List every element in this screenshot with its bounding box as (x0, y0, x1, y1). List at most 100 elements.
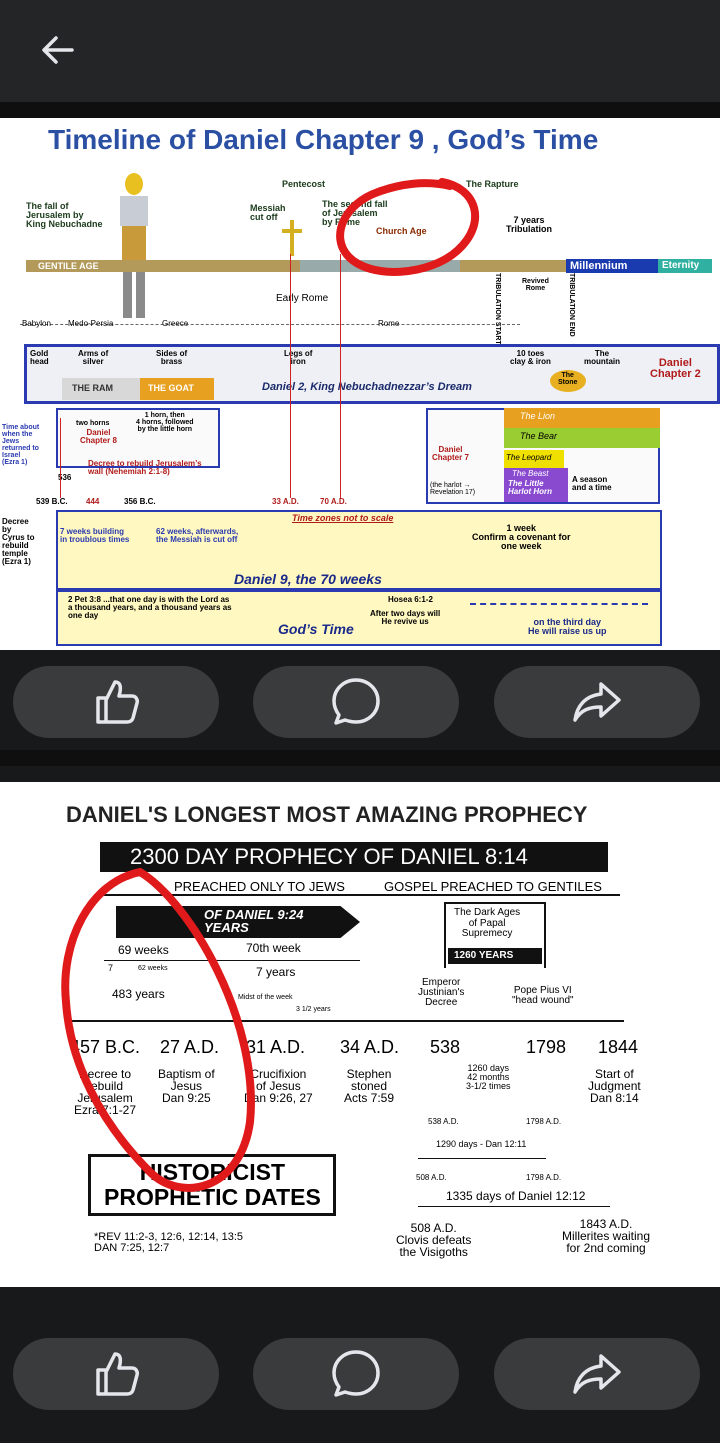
label-33ad: 33 A.D. (272, 497, 299, 506)
line-1335 (418, 1206, 610, 1207)
ad1798: 1798 A.D. (526, 1117, 562, 1126)
date-1798: 1798 (526, 1037, 567, 1057)
years-1260-text: 1260 YEARS (454, 950, 514, 961)
judgment-text: Start of Judgment Dan 8:14 (588, 1067, 641, 1105)
pope-text: Pope Pius VI "head wound" (512, 985, 574, 1006)
label-millennium: Millennium (570, 260, 628, 272)
label-trib-end: TRIBULATION END (568, 273, 575, 337)
clovis-text: 508 A.D. Clovis defeats the Visigoths (396, 1221, 472, 1259)
label-revived-rome: Revived Rome (522, 278, 549, 292)
post1-action-bar (0, 650, 720, 750)
label-70ad: 70 A.D. (320, 497, 347, 506)
label-daniel-ch8: Daniel Chapter 8 (80, 428, 117, 445)
label-messiah-cut: Messiah cut off (250, 203, 286, 222)
label-third-day: on the third day He will raise us up (528, 617, 607, 636)
like-button[interactable] (13, 1338, 219, 1410)
days-1335: 1335 days of Daniel 12:12 (446, 1189, 586, 1203)
back-arrow-icon[interactable] (36, 28, 80, 72)
share-icon (573, 682, 621, 722)
label-seventy-weeks: Daniel 9, the 70 weeks (234, 571, 382, 587)
prophecy-title: DANIEL'S LONGEST MOST AMAZING PROPHECY (66, 802, 588, 827)
label-pet: 2 Pet 3:8 ...that one day is with the Lo… (68, 595, 232, 620)
label-eternity: Eternity (662, 260, 700, 271)
label-toes: 10 toes clay & iron (510, 349, 551, 366)
like-button[interactable] (13, 666, 219, 738)
days-1260: 1260 days 42 months 3-1/2 times (466, 1063, 511, 1091)
red-circle-annotation (336, 178, 480, 276)
gospel-gentiles: GOSPEL PREACHED TO GENTILES (384, 879, 602, 894)
label-daniel-ch2: Daniel Chapter 2 (650, 357, 701, 380)
like-icon (96, 680, 139, 724)
top-app-bar (0, 0, 720, 102)
label-leopard: The Leopard (506, 453, 552, 462)
label-time-zones: Time zones not to scale (292, 513, 394, 523)
label-seven-years: 7 years Tribulation (506, 215, 552, 234)
red-line-33 (290, 254, 291, 498)
date-538: 538 (430, 1037, 461, 1057)
half-years: 3 1/2 years (296, 1006, 331, 1013)
dark-ages-text: The Dark Ages of Papal Supremecy (454, 907, 521, 939)
label-gold-head: Gold head (30, 349, 49, 366)
label-fall-jerusalem: The fall of Jerusalem by King Nebuchadne (26, 201, 103, 229)
label-rome: Rome (378, 319, 400, 328)
label-babylon: Babylon (22, 319, 51, 328)
post2-action-bar (0, 1322, 720, 1422)
date-34ad: 34 A.D. (340, 1037, 400, 1057)
label-mountain: The mountain (584, 349, 620, 366)
label-daniel-ch7: Daniel Chapter 7 (432, 445, 469, 462)
red-line-536 (60, 418, 61, 498)
dashed-arrow-line (470, 603, 648, 605)
label-two-horns: two horns (76, 420, 110, 427)
label-sides-brass: Sides of brass (156, 349, 188, 366)
share-button[interactable] (494, 666, 700, 738)
label-harlot: (the harlot → Revelation 17) (430, 482, 476, 496)
label-444: 444 (86, 497, 100, 506)
label-lion: The Lion (520, 411, 556, 421)
post-gap (0, 766, 720, 782)
label-early-rome: Early Rome (276, 293, 329, 304)
ad538: 538 A.D. (428, 1117, 459, 1126)
label-gentile-age: GENTILE AGE (38, 261, 99, 271)
comment-button[interactable] (253, 1338, 459, 1410)
ad1798-b: 1798 A.D. (526, 1173, 562, 1182)
label-stone: The Stone (558, 372, 578, 386)
label-539: 539 B.C. (36, 497, 68, 506)
share-button[interactable] (494, 1338, 700, 1410)
post-image-2300-day-prophecy[interactable]: DANIEL'S LONGEST MOST AMAZING PROPHECY 2… (0, 782, 720, 1287)
chart-title: Timeline of Daniel Chapter 9 , God’s Tim… (48, 124, 599, 155)
label-season: A season and a time (572, 475, 612, 492)
label-time-about: Time about when the Jews returned to Isr… (2, 424, 40, 466)
comment-icon (332, 678, 380, 725)
label-arms-silver: Arms of silver (78, 349, 109, 366)
stephen-text: Stephen stoned Acts 7:59 (344, 1067, 395, 1105)
statue-figure-icon (120, 173, 148, 318)
label-decree-cyrus: Decree by Cyrus to rebuild temple (Ezra … (2, 517, 35, 566)
separator (0, 750, 720, 766)
label-bear: The Bear (520, 431, 558, 441)
cross-icon (282, 220, 302, 256)
label-one-horn: 1 horn, then 4 horns, followed by the li… (136, 412, 194, 433)
label-greece: Greece (162, 319, 189, 328)
post-image-daniel-timeline[interactable]: Timeline of Daniel Chapter 9 , God’s Tim… (0, 118, 720, 650)
label-hosea: Hosea 6:1-2 (388, 595, 433, 604)
separator (0, 102, 720, 118)
label-legs-iron: Legs of iron (284, 349, 313, 366)
share-icon (573, 1354, 621, 1394)
line-1290 (418, 1158, 546, 1159)
comment-icon (332, 1350, 380, 1397)
label-beast: The Beast (512, 469, 549, 478)
label-the-goat: THE GOAT (148, 383, 194, 393)
label-trib-start: TRIBULATION START (494, 273, 501, 345)
days-1290: 1290 days - Dan 12:11 (436, 1139, 527, 1149)
label-one-week: 1 week Confirm a covenant for one week (472, 523, 571, 551)
label-medo-persia: Medo-Persia (68, 319, 114, 328)
like-icon (96, 1352, 139, 1396)
label-after-two: After two days will He revive us (370, 609, 441, 626)
comment-button[interactable] (253, 666, 459, 738)
label-sixty-two: 62 weeks, afterwards, the Messiah is cut… (156, 527, 239, 544)
red-circle-annotation (61, 868, 255, 1192)
ad508: 508 A.D. (416, 1173, 447, 1182)
label-the-ram: THE RAM (72, 383, 113, 393)
label-decree-wall: Decree to rebuild Jerusalem’s wall (Nehe… (88, 459, 202, 476)
label-seven-weeks: 7 weeks building in troublous times (60, 527, 130, 544)
